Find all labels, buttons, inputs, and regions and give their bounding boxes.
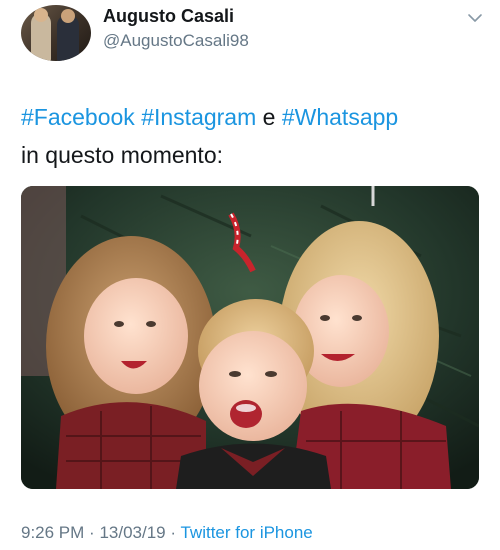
tweet-text: #Facebook #Instagram e #Whatsapp in ques… xyxy=(21,98,481,174)
avatar[interactable] xyxy=(21,5,91,61)
tweet-text-line-1: #Facebook #Instagram e #Whatsapp xyxy=(21,98,481,136)
photo-children-christmas-icon xyxy=(21,186,479,489)
author-handle[interactable]: @AugustoCasali98 xyxy=(103,31,249,51)
meta-separator: · xyxy=(89,523,95,542)
avatar-person-left-head xyxy=(34,8,48,22)
hashtag-instagram[interactable]: #Instagram xyxy=(141,104,256,130)
hashtag-facebook[interactable]: #Facebook xyxy=(21,104,135,130)
tweet-text-line-2: in questo momento: xyxy=(21,142,224,168)
tweet-date[interactable]: 13/03/19 xyxy=(99,523,165,542)
tweet-connector: e xyxy=(262,104,276,130)
avatar-person-right-head xyxy=(61,9,75,23)
author-name[interactable]: Augusto Casali xyxy=(103,6,234,27)
chevron-down-icon[interactable] xyxy=(466,11,484,25)
tweet-source[interactable]: Twitter for iPhone xyxy=(180,523,312,542)
meta-separator: · xyxy=(170,523,177,542)
tweet-photo[interactable] xyxy=(21,186,479,489)
tweet-card: Augusto Casali @AugustoCasali98 #Faceboo… xyxy=(0,0,500,550)
tweet-metadata: 9:26 PM · 13/03/19 · Twitter for iPhone xyxy=(21,523,313,543)
tweet-time[interactable]: 9:26 PM xyxy=(21,523,84,542)
hashtag-whatsapp[interactable]: #Whatsapp xyxy=(282,104,398,130)
